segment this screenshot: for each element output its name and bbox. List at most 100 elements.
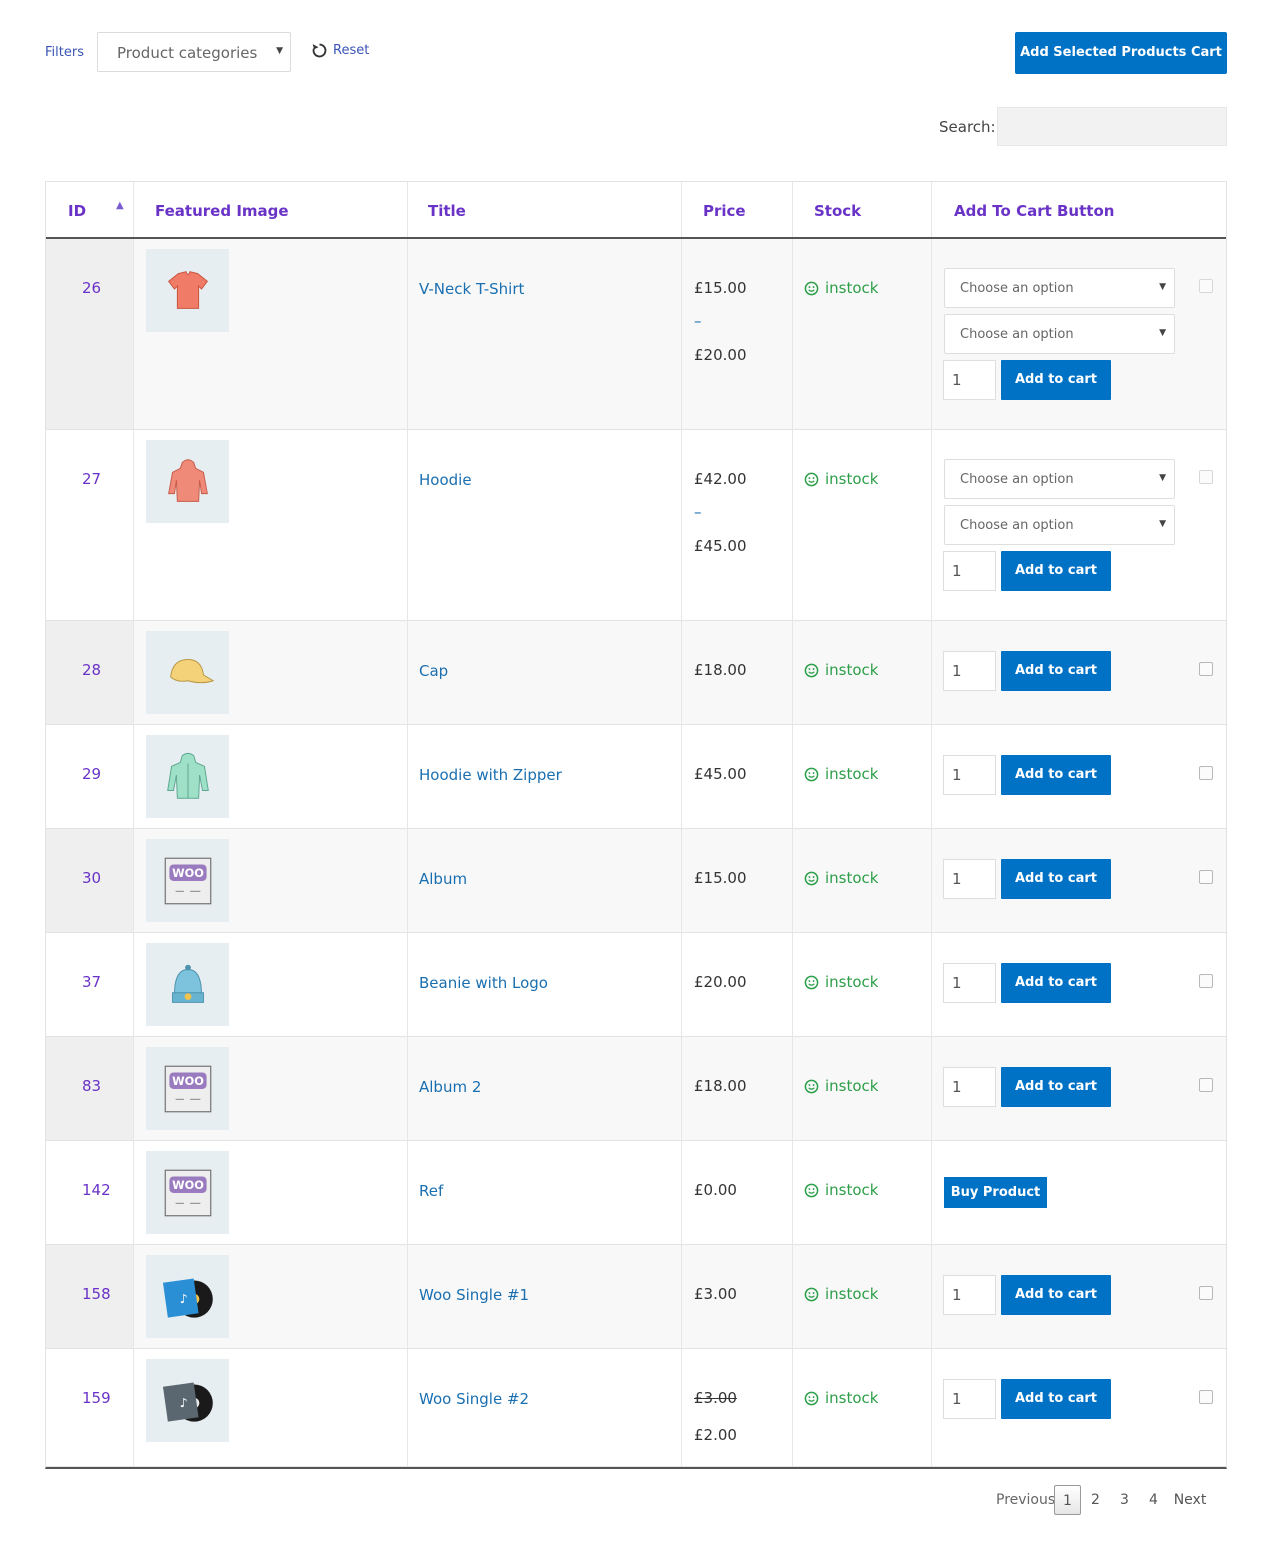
add-to-cart-button[interactable]: Add to cart [1001,1067,1111,1107]
product-title-link[interactable]: V-Neck T-Shirt [419,280,524,298]
quantity-input[interactable]: 1 [943,551,996,591]
svg-text:♪: ♪ [179,1291,187,1306]
price: £18.00 [694,1077,747,1095]
table-row: 37 Beanie with Logo £20.00 instock 1 Add to c… [46,933,1226,1037]
add-to-cart-button[interactable]: Add to cart [1001,859,1111,899]
smiley-icon [804,871,819,885]
header-stock[interactable]: Stock [814,182,861,237]
woo-album-image[interactable]: WOO [146,1151,229,1234]
product-title-link[interactable]: Beanie with Logo [419,974,548,992]
add-to-cart-button[interactable]: Add to cart [1001,755,1111,795]
select-product-checkbox[interactable] [1199,974,1213,988]
select-product-checkbox[interactable] [1199,766,1213,780]
product-id: 29 [82,765,102,783]
quantity-input[interactable]: 1 [943,1067,996,1107]
variation-select-1[interactable]: Choose an option ▼ [944,459,1175,499]
add-to-cart-button[interactable]: Add to cart [1001,551,1111,591]
zip-hoodie-image[interactable] [146,735,229,818]
buy-product-button[interactable]: Buy Product [944,1177,1047,1208]
page-3-button[interactable]: 3 [1110,1485,1139,1515]
smiley-icon [804,1391,819,1405]
quantity-input[interactable]: 1 [943,859,996,899]
add-to-cart-button[interactable]: Add to cart [1001,651,1111,691]
add-to-cart-button[interactable]: Add to cart [1001,963,1111,1003]
product-categories-select-value: Product categories [117,44,258,62]
next-page-button[interactable]: Next [1170,1485,1210,1515]
stock-label: instock [825,973,879,991]
add-to-cart-button[interactable]: Add to cart [1001,1379,1111,1419]
select-product-checkbox[interactable] [1199,870,1213,884]
product-title-link[interactable]: Hoodie with Zipper [419,766,562,784]
select-product-checkbox[interactable] [1199,1286,1213,1300]
header-title[interactable]: Title [428,182,466,237]
woo-album-image[interactable]: WOO [146,839,229,922]
reset-button[interactable]: Reset [311,42,369,59]
page-1-button[interactable]: 1 [1054,1485,1081,1515]
chevron-down-icon: ▼ [276,46,283,56]
product-title-link[interactable]: Ref [419,1182,443,1200]
variation-select-1[interactable]: Choose an option ▼ [944,268,1175,308]
beanie-image[interactable] [146,943,229,1026]
table-row: 30 WOO Album £15.00 instock 1 Add to cart [46,829,1226,933]
variation-select-2[interactable]: Choose an option ▼ [944,505,1175,545]
quantity-input[interactable]: 1 [943,651,996,691]
stock-label: instock [825,1285,879,1303]
header-featured-image[interactable]: Featured Image [155,182,289,237]
product-id: 158 [82,1285,111,1303]
stock-label: instock [825,869,879,887]
quantity-input[interactable]: 1 [943,1379,996,1419]
quantity-input[interactable]: 1 [943,360,996,400]
woo-album-image[interactable]: WOO [146,1047,229,1130]
quantity-input[interactable]: 1 [943,755,996,795]
select-product-checkbox[interactable] [1199,1390,1213,1404]
vinyl-gray-image[interactable]: ♪ [146,1359,229,1442]
select-product-checkbox[interactable] [1199,662,1213,676]
stock-label: instock [825,1077,879,1095]
variation-select-value: Choose an option [960,281,1074,296]
select-product-checkbox[interactable] [1199,1078,1213,1092]
product-title-link[interactable]: Album 2 [419,1078,481,1096]
quantity-input[interactable]: 1 [943,963,996,1003]
product-id: 27 [82,470,102,488]
previous-page-button[interactable]: Previous [996,1485,1055,1515]
header-add-to-cart[interactable]: Add To Cart Button [954,182,1114,237]
select-product-checkbox[interactable] [1199,279,1213,293]
quantity-input[interactable]: 1 [943,1275,996,1315]
product-title-link[interactable]: Cap [419,662,448,680]
add-selected-products-cart-button[interactable]: Add Selected Products Cart [1015,32,1227,74]
stock-label: instock [825,470,879,488]
page-4-button[interactable]: 4 [1139,1485,1168,1515]
page-2-button[interactable]: 2 [1081,1485,1110,1515]
filters-label: Filters [45,45,84,60]
stock-label: instock [825,661,879,679]
header-price[interactable]: Price [703,182,746,237]
stock-status: instock [804,1077,878,1095]
select-product-checkbox[interactable] [1199,470,1213,484]
product-title-link[interactable]: Woo Single #1 [419,1286,529,1304]
product-title-link[interactable]: Hoodie [419,471,472,489]
table-row: 29 Hoodie with Zipper £45.00 instock 1 Add to… [46,725,1226,829]
stock-status: instock [804,1285,878,1303]
svg-text:WOO: WOO [172,1073,204,1087]
smiley-icon [804,1287,819,1301]
price: £15.00 [694,869,747,887]
table-row: 28 Cap £18.00 instock 1 Add to cart [46,621,1226,725]
search-input[interactable] [997,107,1227,146]
product-title-link[interactable]: Woo Single #2 [419,1390,529,1408]
product-title-link[interactable]: Album [419,870,467,888]
product-categories-select[interactable]: Product categories ▼ [97,32,291,72]
chevron-down-icon: ▼ [1159,328,1166,338]
add-to-cart-button[interactable]: Add to cart [1001,1275,1111,1315]
cap-image[interactable] [146,631,229,714]
price: £20.00 [694,973,747,991]
header-id[interactable]: ID [68,182,86,237]
smiley-icon [804,281,819,295]
tshirt-image[interactable] [146,249,229,332]
hoodie-image[interactable] [146,440,229,523]
variation-select-2[interactable]: Choose an option ▼ [944,314,1175,354]
variation-select-value: Choose an option [960,327,1074,342]
vinyl-blue-image[interactable]: ♪ [146,1255,229,1338]
smiley-icon [804,975,819,989]
stock-status: instock [804,470,878,488]
add-to-cart-button[interactable]: Add to cart [1001,360,1111,400]
